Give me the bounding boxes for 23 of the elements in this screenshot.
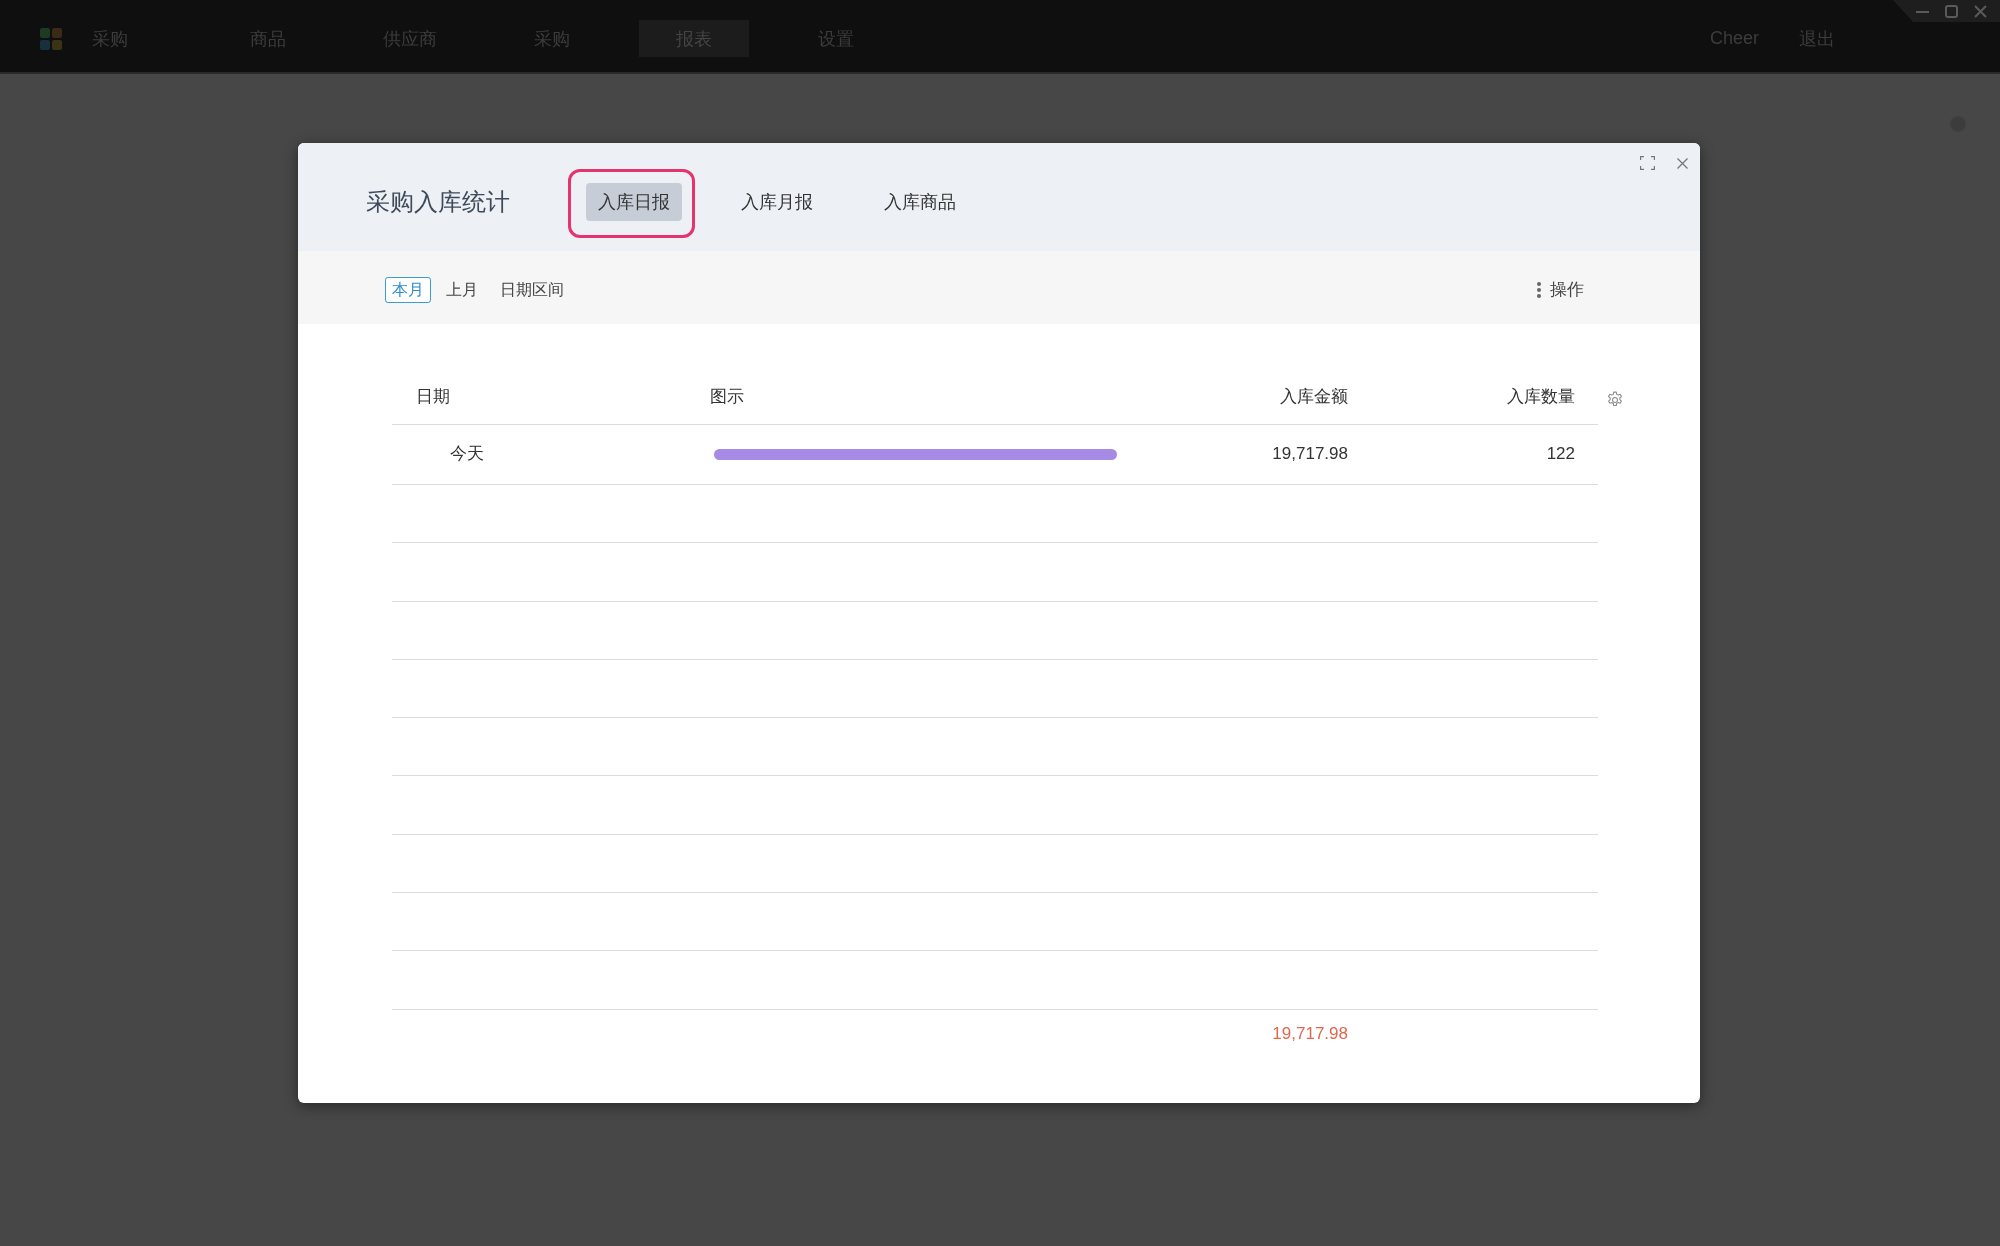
column-header: 入库数量 [1507, 386, 1575, 409]
close-icon[interactable] [1974, 4, 1987, 18]
table-cell-text: 今天 [449, 443, 484, 466]
period-option[interactable]: 上月 [439, 276, 485, 303]
period-option[interactable]: 本月 [385, 276, 431, 303]
maximize-icon[interactable] [1945, 4, 1958, 18]
column-header: 图示 [710, 386, 744, 409]
column-header: 日期 [415, 386, 450, 409]
settings-icon[interactable] [1606, 391, 1624, 409]
more-icon [1537, 281, 1541, 298]
table-cell: 122 [1546, 443, 1575, 466]
close-icon[interactable] [1677, 157, 1688, 169]
dialog-title: 采购入库统计 [366, 187, 510, 217]
app-logo-icon [40, 27, 62, 50]
actions-button[interactable]: 操作 [1537, 278, 1584, 301]
total-amount: 19,717.98 [1272, 1023, 1348, 1044]
column-header: 入库金额 [1280, 386, 1348, 409]
fullscreen-icon[interactable] [1640, 156, 1655, 170]
tab[interactable]: 入库月报 [729, 183, 825, 221]
tab[interactable]: 入库日报 [586, 183, 682, 221]
table-cell: 19,717.98 [1272, 443, 1348, 466]
period-option[interactable]: 日期区间 [493, 276, 571, 303]
tab[interactable]: 入库商品 [872, 183, 968, 221]
